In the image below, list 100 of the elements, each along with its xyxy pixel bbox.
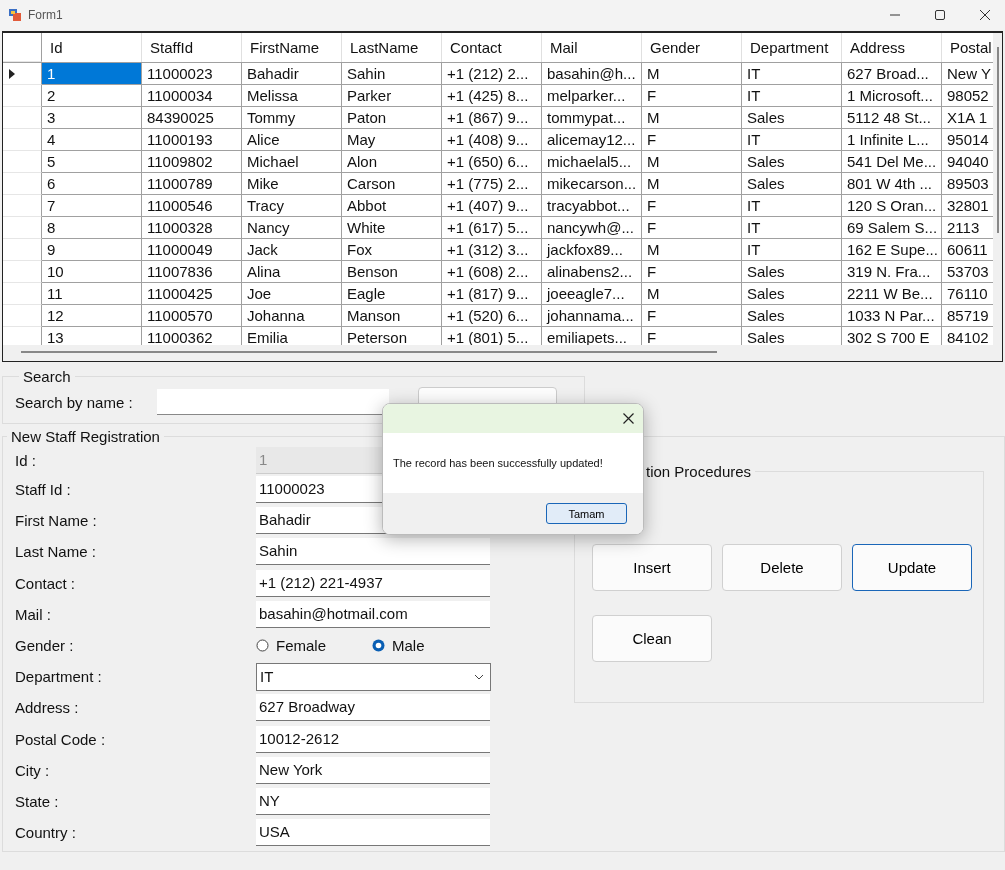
table-cell: tracyabbot... bbox=[542, 195, 642, 217]
table-cell: 11007836 bbox=[142, 261, 242, 283]
field-label: Department : bbox=[15, 668, 103, 686]
table-cell: 1 Microsoft... bbox=[842, 85, 942, 107]
column-header[interactable]: Gender bbox=[642, 33, 742, 62]
table-cell: IT bbox=[742, 63, 842, 85]
table-cell: +1 (617) 5... bbox=[442, 217, 542, 239]
table-cell: 162 E Supe... bbox=[842, 239, 942, 261]
table-cell: 5 bbox=[42, 151, 142, 173]
table-cell: 11 bbox=[42, 283, 142, 305]
ok-button[interactable]: Tamam bbox=[546, 503, 627, 524]
group-title: Search bbox=[22, 368, 72, 385]
column-header[interactable]: Id bbox=[42, 33, 142, 62]
table-cell: IT bbox=[742, 195, 842, 217]
table-cell: Tommy bbox=[242, 107, 342, 129]
action-button[interactable]: Insert bbox=[592, 544, 712, 591]
scrollbar-thumb[interactable] bbox=[21, 351, 717, 353]
radio-option[interactable]: Male bbox=[372, 637, 425, 655]
department-dropdown[interactable]: IT bbox=[256, 662, 491, 691]
table-cell: Parker bbox=[342, 85, 442, 107]
table-cell: 11000193 bbox=[142, 129, 242, 151]
table-cell: M bbox=[642, 63, 742, 85]
table-cell: 11000362 bbox=[142, 327, 242, 345]
group-title: tion Procedures bbox=[645, 463, 753, 480]
table-cell: 60611 bbox=[942, 239, 993, 261]
table-cell: F bbox=[642, 195, 742, 217]
column-header[interactable]: Department bbox=[742, 33, 842, 62]
column-header[interactable]: Mail bbox=[542, 33, 642, 62]
field-label: Staff Id : bbox=[15, 481, 72, 499]
column-header[interactable]: FirstName bbox=[242, 33, 342, 62]
column-header[interactable]: Address bbox=[842, 33, 942, 62]
table-cell: 11000789 bbox=[142, 173, 242, 195]
table-cell: joeeagle7... bbox=[542, 283, 642, 305]
text-field[interactable]: 627 Broadway bbox=[256, 694, 490, 722]
table-cell: 11009802 bbox=[142, 151, 242, 173]
column-header[interactable]: LastName bbox=[342, 33, 442, 62]
table-cell: 120 S Oran... bbox=[842, 195, 942, 217]
table-cell: 801 W 4th ... bbox=[842, 173, 942, 195]
table-cell: 1 bbox=[42, 63, 142, 85]
table-cell: Michael bbox=[242, 151, 342, 173]
table-cell: 76110 bbox=[942, 283, 993, 305]
column-header[interactable]: Contact bbox=[442, 33, 542, 62]
table-cell: Alice bbox=[242, 129, 342, 151]
chevron-down-icon bbox=[474, 673, 484, 680]
table-cell: +1 (407) 9... bbox=[442, 195, 542, 217]
table-cell: 7 bbox=[42, 195, 142, 217]
action-button[interactable]: Clean bbox=[592, 615, 712, 662]
window-title: Form1 bbox=[28, 8, 63, 22]
table-cell: IT bbox=[742, 129, 842, 151]
table-cell: Sales bbox=[742, 173, 842, 195]
table-cell: Alina bbox=[242, 261, 342, 283]
field-label: Address : bbox=[15, 699, 80, 717]
action-button[interactable]: Update bbox=[852, 544, 972, 591]
table-cell: +1 (775) 2... bbox=[442, 173, 542, 195]
column-header[interactable]: StaffId bbox=[142, 33, 242, 62]
table-cell: Tracy bbox=[242, 195, 342, 217]
field-label: Postal Code : bbox=[15, 730, 107, 748]
table-cell: White bbox=[342, 217, 442, 239]
scrollbar-thumb[interactable] bbox=[997, 47, 999, 233]
table-cell: F bbox=[642, 305, 742, 327]
table-cell: Joe bbox=[242, 283, 342, 305]
table-cell: 13 bbox=[42, 327, 142, 345]
text-field[interactable]: basahin@hotmail.com bbox=[256, 600, 490, 628]
text-field[interactable]: New York bbox=[256, 756, 490, 784]
field-label: First Name : bbox=[15, 512, 98, 530]
table-cell: Melissa bbox=[242, 85, 342, 107]
text-field[interactable]: Sahin bbox=[256, 538, 490, 566]
field-label: Last Name : bbox=[15, 543, 97, 561]
table-cell: 2211 W Be... bbox=[842, 283, 942, 305]
text-field[interactable]: +1 (212) 221-4937 bbox=[256, 569, 490, 597]
maximize-icon[interactable] bbox=[934, 9, 946, 21]
table-cell: Paton bbox=[342, 107, 442, 129]
table-cell: Sahin bbox=[342, 63, 442, 85]
table-cell: jackfox89... bbox=[542, 239, 642, 261]
table-cell: +1 (212) 2... bbox=[442, 63, 542, 85]
table-cell: nancywh@... bbox=[542, 217, 642, 239]
table-cell: 84102 bbox=[942, 327, 993, 345]
table-cell: 53703 bbox=[942, 261, 993, 283]
close-icon[interactable] bbox=[623, 413, 634, 424]
table-cell: Eagle bbox=[342, 283, 442, 305]
table-cell: tommypat... bbox=[542, 107, 642, 129]
current-row-icon bbox=[9, 68, 15, 79]
field-label: State : bbox=[15, 792, 60, 810]
text-field[interactable]: USA bbox=[256, 819, 490, 847]
table-cell: M bbox=[642, 107, 742, 129]
search-field[interactable] bbox=[157, 389, 389, 415]
close-icon[interactable] bbox=[979, 9, 991, 21]
radio-option[interactable]: Female bbox=[256, 637, 327, 655]
table-cell: F bbox=[642, 85, 742, 107]
table-cell: Sales bbox=[742, 261, 842, 283]
action-button[interactable]: Delete bbox=[722, 544, 842, 591]
text-field[interactable]: NY bbox=[256, 787, 490, 815]
table-cell: +1 (817) 9... bbox=[442, 283, 542, 305]
table-cell: M bbox=[642, 173, 742, 195]
table-cell: 8 bbox=[42, 217, 142, 239]
text-field[interactable]: 10012-2612 bbox=[256, 725, 490, 753]
table-cell: 541 Del Me... bbox=[842, 151, 942, 173]
table-cell: Sales bbox=[742, 283, 842, 305]
table-cell: +1 (425) 8... bbox=[442, 85, 542, 107]
table-cell: michaelal5... bbox=[542, 151, 642, 173]
